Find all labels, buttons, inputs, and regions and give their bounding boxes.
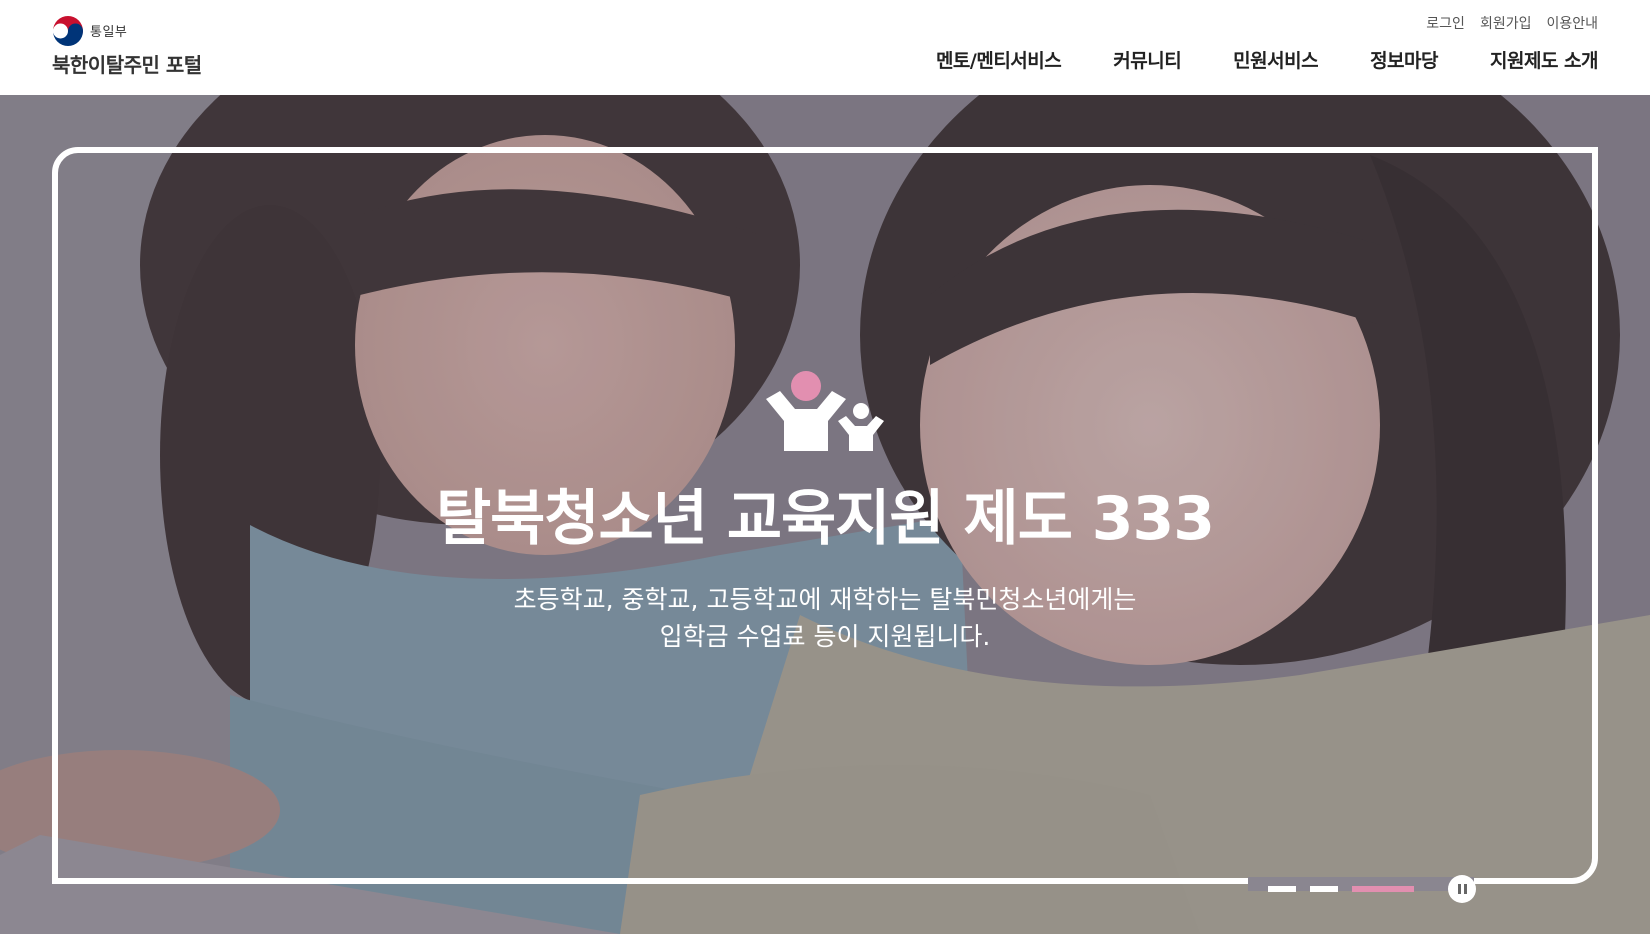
login-link[interactable]: 로그인 <box>1426 13 1465 33</box>
hero-description-line-1: 초등학교, 중학교, 고등학교에 재학하는 탈북민청소년에게는 <box>513 585 1137 614</box>
pause-button[interactable] <box>1448 875 1476 903</box>
site-header: 통일부 북한이탈주민 포털 로그인 회원가입 이용안내 멘토/멘티서비스 커뮤니… <box>0 0 1650 95</box>
utility-nav: 로그인 회원가입 이용안내 <box>1426 13 1598 33</box>
hero-title: 탈북청소년 교육지원 제도 333 <box>435 484 1215 554</box>
slide-indicator-1[interactable] <box>1268 886 1296 892</box>
guide-link[interactable]: 이용안내 <box>1546 13 1598 33</box>
nav-item-support-system[interactable]: 지원제도 소개 <box>1490 46 1599 73</box>
ministry-name: 통일부 <box>90 25 128 40</box>
nav-item-mentoring[interactable]: 멘토/멘티서비스 <box>936 46 1062 73</box>
signup-link[interactable]: 회원가입 <box>1480 13 1532 33</box>
parent-child-icon <box>766 371 884 451</box>
hero-description: 초등학교, 중학교, 고등학교에 재학하는 탈북민청소년에게는 입학금 수업료 … <box>0 581 1650 655</box>
slide-pager <box>1268 875 1476 903</box>
taegeuk-emblem-icon <box>52 15 84 47</box>
pause-icon-bar <box>1457 884 1461 894</box>
hero-description-line-2: 입학금 수업료 등이 지원됩니다. <box>659 622 991 651</box>
main-nav: 멘토/멘티서비스 커뮤니티 민원서비스 정보마당 지원제도 소개 <box>936 46 1599 73</box>
pause-icon-bar <box>1463 884 1467 894</box>
nav-item-community[interactable]: 커뮤니티 <box>1113 46 1181 73</box>
slide-indicator-2[interactable] <box>1310 886 1338 892</box>
nav-item-civil-service[interactable]: 민원서비스 <box>1233 46 1318 73</box>
site-logo[interactable]: 통일부 북한이탈주민 포털 <box>52 13 272 77</box>
nav-item-information[interactable]: 정보마당 <box>1370 46 1438 73</box>
site-title: 북한이탈주민 포털 <box>52 53 202 77</box>
slide-indicator-3[interactable] <box>1352 886 1414 892</box>
hero-banner: 탈북청소년 교육지원 제도 333 초등학교, 중학교, 고등학교에 재학하는 … <box>0 95 1650 934</box>
